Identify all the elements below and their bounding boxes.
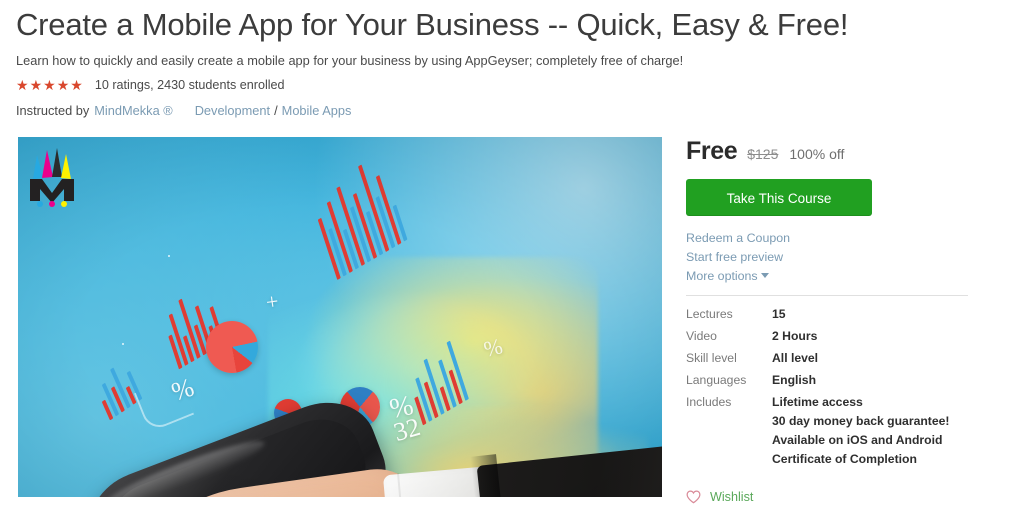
include-item: Lifetime access [772, 395, 863, 409]
more-options-link[interactable]: More options [686, 267, 978, 286]
star-icon: ★ [43, 77, 56, 94]
detail-label: Skill level [686, 351, 737, 365]
original-price: $125 [747, 146, 779, 162]
course-subtitle: Learn how to quickly and easily create a… [16, 52, 684, 68]
breadcrumb-separator: / [274, 103, 278, 119]
image-vignette [18, 137, 662, 497]
include-item: 30 day money back guarantee! [772, 414, 950, 428]
detail-label: Video [686, 329, 717, 343]
detail-label: Languages [686, 373, 747, 387]
discount-badge: 100% off [789, 146, 845, 162]
sidebar-links: Redeem a Coupon Start free preview More … [686, 229, 978, 286]
current-price: Free [686, 137, 738, 165]
detail-label: Lectures [686, 307, 733, 321]
detail-value-includes: Lifetime access 30 day money back guaran… [772, 394, 978, 476]
sidebar-divider [686, 295, 968, 296]
course-header: Create a Mobile App for Your Business --… [16, 0, 976, 118]
detail-value: All level [772, 351, 819, 365]
table-row: Languages English [686, 372, 978, 394]
category-link[interactable]: Development [195, 103, 270, 118]
course-image[interactable]: % % % 32 + × [18, 137, 662, 497]
wishlist-label: Wishlist [710, 490, 754, 504]
table-row: Video 2 Hours [686, 328, 978, 350]
detail-value: 15 [772, 307, 786, 321]
table-row: Includes Lifetime access 30 day money ba… [686, 394, 978, 476]
detail-value: 2 Hours [772, 329, 818, 343]
breadcrumb: Instructed by MindMekka ® Development / … [16, 92, 976, 118]
subcategory-link[interactable]: Mobile Apps [282, 103, 352, 118]
purchase-sidebar: Free $125 100% off Take This Course Rede… [686, 137, 978, 504]
more-options-label: More options [686, 269, 758, 283]
detail-label-includes: Includes [686, 395, 732, 409]
star-icon: ★ [29, 77, 43, 94]
instructed-by-label: Instructed by [16, 103, 90, 119]
table-row: Lectures 15 [686, 306, 978, 328]
start-free-preview-link[interactable]: Start free preview [686, 248, 978, 267]
take-this-course-button[interactable]: Take This Course [686, 179, 872, 216]
star-icon: ★ [56, 77, 70, 94]
mindmekka-logo-icon [30, 148, 74, 207]
star-icon: ★ [16, 77, 29, 94]
redeem-coupon-link[interactable]: Redeem a Coupon [686, 229, 978, 248]
rating-row: ★ ★ ★ ★ ★ 10 ratings, 2430 students enrolled [16, 69, 976, 92]
include-item: Certificate of Completion [772, 452, 917, 466]
price-row: Free $125 100% off [686, 137, 978, 166]
wishlist-button[interactable]: Wishlist [686, 490, 778, 504]
include-item: Available on iOS and Android [772, 433, 943, 447]
detail-value: English [772, 373, 817, 387]
page-title: Create a Mobile App for Your Business --… [16, 7, 849, 42]
chevron-down-icon [760, 273, 769, 278]
star-icon: ★ [70, 77, 83, 94]
table-row: Skill level All level [686, 350, 978, 372]
star-rating-icon: ★ ★ ★ ★ ★ [16, 78, 83, 92]
heart-icon [686, 490, 701, 504]
course-landing-page: Create a Mobile App for Your Business --… [0, 0, 1024, 514]
course-details-table: Lectures 15 Video 2 Hours Skill level Al… [686, 306, 978, 476]
instructor-link[interactable]: MindMekka ® [94, 103, 172, 118]
rating-summary: 10 ratings, 2430 students enrolled [94, 78, 285, 93]
